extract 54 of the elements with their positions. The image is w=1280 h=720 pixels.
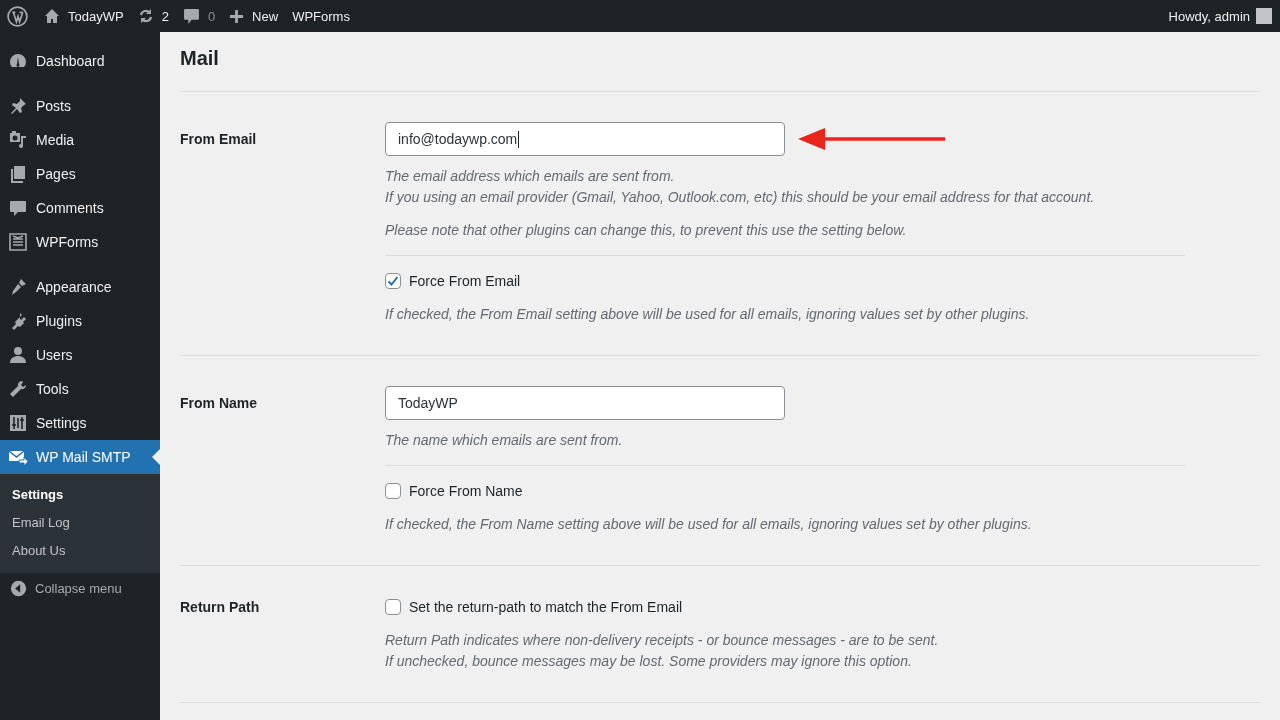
account-greeting[interactable]: Howdy, admin [1168,8,1250,24]
menu-item[interactable]: Dashboard [0,44,160,78]
page-title: Mail [180,47,219,69]
submenu-item[interactable]: About Us [0,537,160,565]
field-label: Return Path [180,598,261,617]
help-text: If checked, the From Email setting above will be used for all emails, ignoring values set by other plugins. [385,305,1031,324]
comment-icon[interactable] [182,7,200,25]
menu-item[interactable]: Pages [0,157,160,191]
checkbox[interactable] [385,273,401,289]
new-content-link[interactable]: New [252,8,279,24]
menu-item[interactable]: Posts [0,89,160,123]
plus-icon[interactable] [229,8,245,24]
form-icon [8,232,28,252]
menu-item[interactable]: Tools [0,372,160,406]
text-input-field[interactable]: TodayWP [385,386,785,420]
user-icon [8,345,28,365]
submenu-item[interactable]: Email Log [0,509,160,537]
checkbox-label[interactable]: Force From Name [409,480,523,502]
field-label: From Name [180,394,259,412]
pages-icon [8,164,28,184]
media-icon [8,130,28,150]
collapse-menu-button[interactable]: Collapse menu [0,573,160,604]
sliders-icon [8,413,28,433]
comments-count[interactable]: 0 [207,8,216,24]
checkbox[interactable] [385,483,401,499]
menu-item[interactable]: WP Mail SMTP [0,440,160,474]
menu-item[interactable]: Appearance [0,270,160,304]
site-name-link[interactable]: TodayWP [68,8,124,24]
refresh-icon[interactable] [137,8,154,24]
help-text: If checked, the From Name setting above will be used for all emails, ignoring values set by other plugins. [385,515,1033,534]
text-input-field[interactable]: info@todaywp.com [385,122,785,156]
help-text: The name which emails are sent from. [385,431,624,450]
checkbox[interactable] [385,599,401,615]
wordpress-logo-icon[interactable] [7,5,28,27]
help-text: If unchecked, bounce messages may be lost. Some providers may ignore this option. [385,652,913,671]
updates-count[interactable]: 2 [161,8,169,24]
menu-item[interactable]: Settings [0,406,160,440]
menu-item[interactable]: Media [0,123,160,157]
field-label: From Email [180,130,258,148]
checkbox-label[interactable]: Set the return-path to match the From Email [409,596,683,618]
home-icon[interactable] [44,8,60,24]
menu-item[interactable]: Plugins [0,304,160,338]
wrench-icon [8,379,28,399]
menu-item[interactable]: WPForms [0,225,160,259]
menu-item[interactable]: Comments [0,191,160,225]
help-text: Return Path indicates where non-delivery receipts - or bounce messages - are to be sent. [385,631,940,650]
submenu-item[interactable]: Settings [0,481,160,509]
help-text: If you using an email provider (Gmail, Yahoo, Outlook.com, etc) this should be your email address for that account. [385,188,1096,207]
menu-item[interactable]: Users [0,338,160,372]
help-text: Please note that other plugins can change this, to prevent this use the setting below. [385,221,908,240]
help-text: The email address which emails are sent from. [385,167,676,186]
wpforms-link[interactable]: WPForms [292,8,350,24]
checkbox-label[interactable]: Force From Email [409,270,521,292]
comment-icon [8,198,28,218]
